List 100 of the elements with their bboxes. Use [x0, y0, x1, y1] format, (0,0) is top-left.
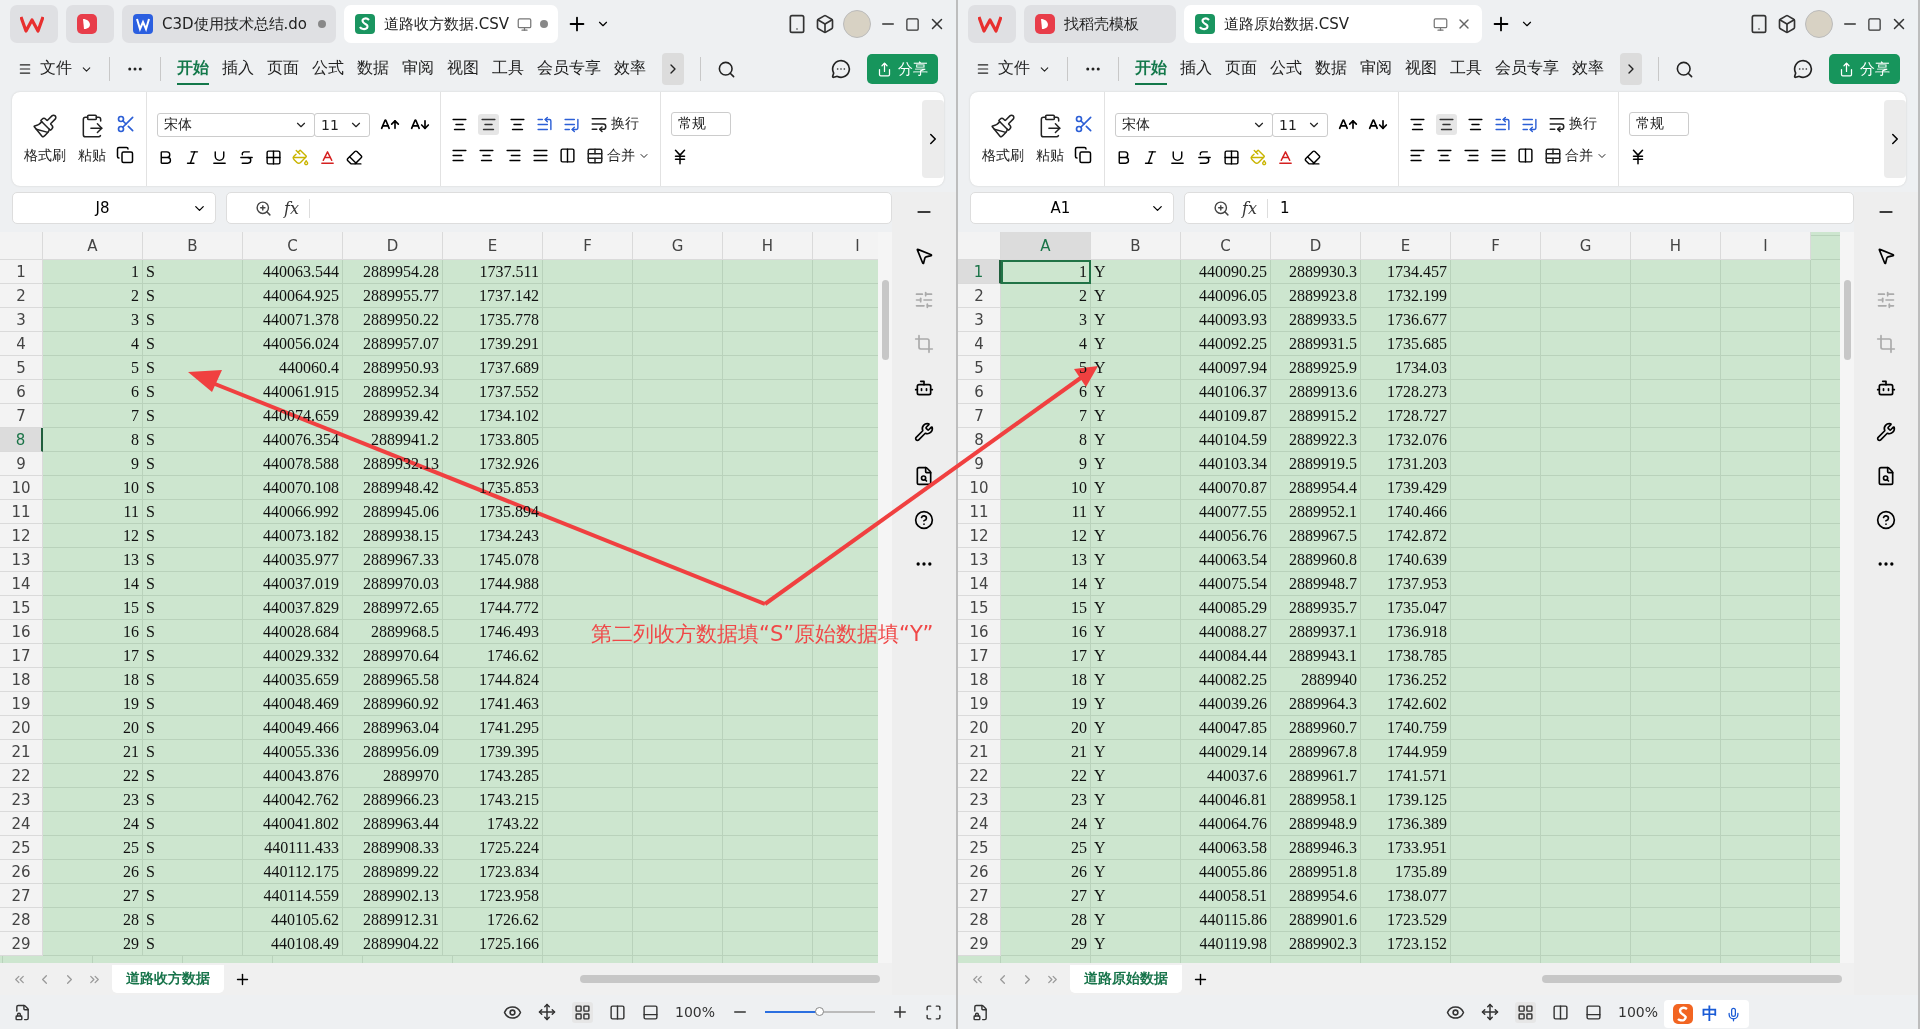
row-header[interactable]: 27	[0, 884, 43, 908]
row-header[interactable]: 11	[0, 500, 43, 524]
row-header[interactable]: 14	[0, 572, 43, 596]
merge-button[interactable]: 合并	[586, 146, 650, 165]
row-header[interactable]: 18	[0, 668, 43, 692]
ribbon-tab[interactable]: 开始	[1135, 53, 1167, 85]
document-tab[interactable]: 道路原始数据.CSV	[1184, 5, 1482, 43]
row-header[interactable]: 22	[0, 764, 43, 788]
cut-icon[interactable]	[1074, 114, 1094, 134]
sheet-protect-icon[interactable]	[972, 1003, 989, 1021]
row-header[interactable]: 1	[0, 260, 43, 284]
ribbon-tab[interactable]: 工具	[492, 53, 524, 85]
column-header[interactable]: G	[1541, 232, 1631, 260]
menu-icon[interactable]	[976, 62, 990, 76]
row-header[interactable]: 5	[958, 356, 1001, 380]
number-format-select[interactable]: 常规	[671, 112, 731, 136]
wrap-text-button[interactable]: 换行	[1548, 115, 1597, 133]
column-header[interactable]: A	[43, 232, 143, 260]
ribbon-tab[interactable]: 数据	[1315, 53, 1347, 85]
fill-color-icon[interactable]	[1250, 148, 1267, 166]
search-icon[interactable]	[717, 59, 736, 79]
zoom-search-icon[interactable]	[255, 199, 272, 217]
row-header[interactable]: 2	[0, 284, 43, 308]
zoom-in-icon[interactable]	[891, 1003, 909, 1021]
row-header[interactable]: 12	[958, 524, 1001, 548]
file-search-icon[interactable]	[914, 466, 934, 486]
ribbon-tab[interactable]: 审阅	[402, 53, 434, 85]
document-tab[interactable]: C3D使用技术总结.do	[122, 5, 336, 43]
column-header[interactable]: E	[1361, 232, 1451, 260]
font-size-select[interactable]: 11	[1272, 112, 1328, 137]
row-header[interactable]: 8	[0, 428, 43, 452]
row-header[interactable]: 7	[958, 404, 1001, 428]
justify-icon[interactable]	[532, 147, 549, 164]
row-header[interactable]: 13	[958, 548, 1001, 572]
scrollbar[interactable]	[1840, 232, 1854, 963]
format-painter-button[interactable]: 格式刷	[980, 113, 1026, 165]
paste-button[interactable]: 粘贴	[76, 113, 108, 165]
italic-icon[interactable]	[184, 148, 201, 166]
column-header[interactable]: E	[443, 232, 543, 260]
sliders-icon[interactable]	[914, 290, 934, 310]
help-icon[interactable]	[914, 510, 934, 530]
row-header[interactable]: 5	[0, 356, 43, 380]
tablet-icon[interactable]	[1749, 14, 1769, 34]
wrap-text-button[interactable]: 换行	[590, 115, 639, 133]
page-break-icon[interactable]	[1584, 1003, 1602, 1021]
share-icon[interactable]	[877, 61, 892, 77]
underline-icon[interactable]	[1169, 148, 1186, 166]
cube-icon[interactable]	[815, 14, 835, 34]
column-header[interactable]: I	[813, 232, 878, 260]
horizontal-scrollbar[interactable]	[580, 975, 880, 983]
ribbon-tab[interactable]: 页面	[267, 53, 299, 85]
ribbon-tab[interactable]: 视图	[447, 53, 479, 85]
row-header[interactable]: 10	[0, 476, 43, 500]
wrap-text-icon[interactable]	[590, 115, 608, 133]
row-header[interactable]: 21	[958, 740, 1001, 764]
row-header[interactable]: 26	[0, 860, 43, 884]
copy-icon[interactable]	[116, 146, 134, 164]
maximize-icon[interactable]	[905, 16, 920, 32]
row-header[interactable]: 9	[958, 452, 1001, 476]
row-header[interactable]: 6	[958, 380, 1001, 404]
ribbon-tab[interactable]: 效率	[614, 53, 646, 85]
align-right-icon[interactable]	[505, 147, 522, 164]
ribbon-tab[interactable]: 视图	[1405, 53, 1437, 85]
fill-color-icon[interactable]	[292, 148, 309, 166]
horizontal-scrollbar[interactable]	[1542, 975, 1842, 983]
search-icon[interactable]	[1675, 59, 1694, 79]
row-header[interactable]: 27	[958, 884, 1001, 908]
row-header[interactable]: 25	[958, 836, 1001, 860]
document-tab[interactable]	[66, 5, 114, 43]
row-header[interactable]: 10	[958, 476, 1001, 500]
robot-icon[interactable]	[1876, 378, 1896, 398]
row-header[interactable]: 29	[0, 932, 43, 956]
document-tab[interactable]: 道路收方数据.CSV	[344, 5, 558, 43]
row-header[interactable]: 15	[0, 596, 43, 620]
number-format-select[interactable]: 常规	[1629, 112, 1689, 136]
row-header[interactable]: 21	[0, 740, 43, 764]
row-header[interactable]: 11	[958, 500, 1001, 524]
ribbon-tab[interactable]: 公式	[312, 53, 344, 85]
row-header[interactable]: 3	[0, 308, 43, 332]
strikethrough-icon[interactable]	[1196, 148, 1213, 166]
row-header[interactable]: 6	[0, 380, 43, 404]
align-center-icon[interactable]	[478, 147, 495, 164]
row-header[interactable]: 13	[0, 548, 43, 572]
column-header[interactable]: H	[1631, 232, 1721, 260]
column-header[interactable]: B	[143, 232, 243, 260]
row-header[interactable]: 9	[0, 452, 43, 476]
row-header[interactable]: 29	[958, 932, 1001, 956]
distribute-icon[interactable]	[1517, 147, 1534, 164]
formula-field[interactable]: fx	[226, 192, 892, 224]
pointer-icon[interactable]	[1876, 246, 1896, 266]
column-header[interactable]: C	[243, 232, 343, 260]
column-header[interactable]: G	[633, 232, 723, 260]
row-header[interactable]: 1	[958, 260, 1001, 284]
column-header[interactable]: D	[1271, 232, 1361, 260]
cut-icon[interactable]	[116, 114, 136, 134]
font-select[interactable]: 宋体	[1115, 112, 1273, 137]
ime-toolbar[interactable]: 中	[1664, 1000, 1749, 1028]
row-header[interactable]: 28	[958, 908, 1001, 932]
row-header[interactable]: 15	[958, 596, 1001, 620]
align-left-icon[interactable]	[451, 147, 468, 164]
